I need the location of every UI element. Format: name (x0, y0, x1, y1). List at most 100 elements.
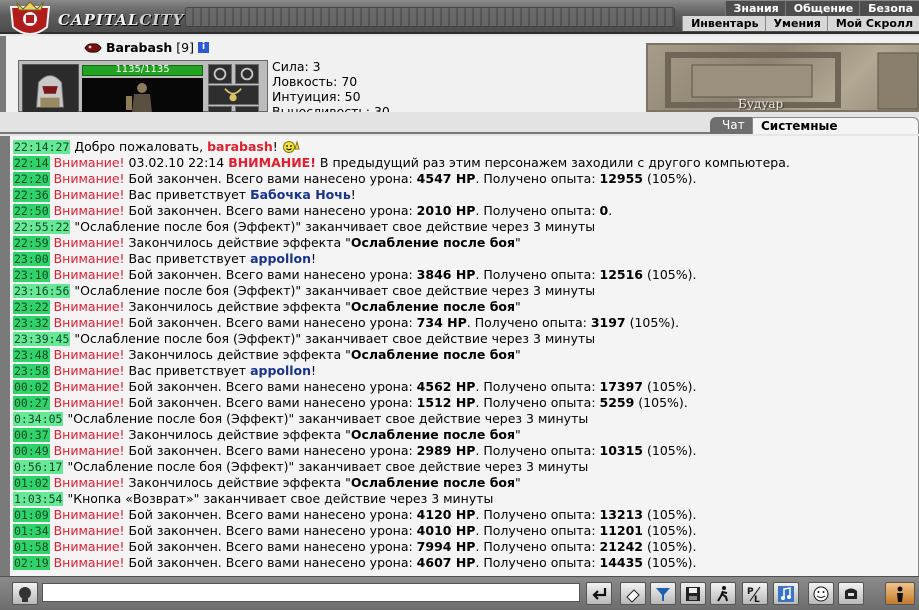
message-timestamp[interactable]: 23:10 (13, 268, 50, 282)
chat-input[interactable] (42, 583, 580, 602)
message-timestamp[interactable]: 23:32 (13, 316, 50, 330)
chat-message: 01:09 Внимание! Бой закончен. Всего вами… (13, 507, 918, 523)
message-timestamp[interactable]: 22:50 (13, 204, 50, 218)
experience-value: 14435 (599, 555, 644, 570)
damage-value: 4120 HP (416, 507, 476, 522)
message-timestamp[interactable]: 01:02 (13, 476, 50, 490)
nav-skills[interactable]: Умения (764, 16, 827, 31)
walk-button[interactable] (710, 582, 736, 605)
send-button[interactable] (586, 582, 612, 605)
chat-message: 0:34:05 "Ослабление после боя (Эффект)" … (13, 411, 918, 427)
message-text: Бой закончен. Всего вами нанесено урона: (128, 395, 417, 410)
message-timestamp[interactable]: 01:34 (13, 524, 50, 538)
info-icon[interactable]: i (198, 42, 210, 53)
nav-my-scroll[interactable]: Мой Скролл (826, 16, 919, 31)
amulet-slot[interactable] (208, 85, 259, 105)
message-timestamp[interactable]: 01:09 (13, 508, 50, 522)
message-text: "Ослабление после боя (Эффект)" заканчив… (67, 411, 589, 426)
warning-label: Внимание! (53, 203, 129, 218)
message-timestamp[interactable]: 22:14 (13, 156, 50, 170)
character-avatar[interactable] (82, 78, 203, 113)
experience-value: 11201 (599, 523, 644, 538)
nav-security[interactable]: Безопа (859, 1, 919, 16)
message-timestamp[interactable]: 22:55:22 (13, 220, 71, 234)
message-text: ! (311, 363, 317, 378)
tab-system-messages[interactable]: Системные сообщения (752, 117, 919, 150)
translit-button[interactable]: PL (742, 582, 768, 605)
chat-message: 22:59 Внимание! Закончилось действие эфф… (13, 235, 918, 251)
ring-icon (213, 67, 227, 81)
message-timestamp[interactable]: 22:59 (13, 236, 50, 250)
message-timestamp[interactable]: 1:03:54 (13, 492, 64, 506)
ring-slot-1[interactable] (208, 64, 232, 84)
exit-button[interactable] (885, 582, 915, 605)
message-text: Закончилось действие эффекта " (128, 235, 351, 250)
location-image[interactable]: Будуар (646, 43, 919, 112)
music-icon (778, 585, 794, 602)
message-text: В предыдущий раз этим персонажем заходил… (315, 155, 790, 170)
warning-label: Внимание! (53, 555, 129, 570)
message-timestamp[interactable]: 00:27 (13, 396, 50, 410)
message-text: Бой закончен. Всего вами нанесено урона: (128, 555, 417, 570)
message-timestamp[interactable]: 22:20 (13, 172, 50, 186)
damage-value: 4547 HP (416, 171, 476, 186)
message-text: Бой закончен. Всего вами нанесено урона: (128, 267, 417, 282)
message-timestamp[interactable]: 0:34:05 (13, 412, 64, 426)
message-timestamp[interactable]: 0:56:17 (13, 460, 64, 474)
message-timestamp[interactable]: 23:58 (13, 364, 50, 378)
tab-chat[interactable]: Чат (710, 117, 755, 134)
message-timestamp[interactable]: 22:36 (13, 188, 50, 202)
helmet-icon (23, 65, 78, 112)
message-text: Бой закончен. Всего вами нанесено урона: (128, 523, 417, 538)
chat-head-button[interactable] (12, 582, 38, 605)
message-timestamp[interactable]: 01:58 (13, 540, 50, 554)
player-nick[interactable]: appollon (250, 363, 311, 378)
player-nick[interactable]: Бабочка Ночь (250, 187, 351, 202)
save-log-button[interactable] (680, 582, 706, 605)
ring-slot-2[interactable] (235, 64, 259, 84)
character-name-row: Barabash [9] i (84, 40, 210, 55)
nav-inventory[interactable]: Инвентарь (682, 16, 765, 31)
message-text: Бой закончен. Всего вами нанесено урона: (128, 379, 417, 394)
experience-value: 21242 (599, 539, 644, 554)
warning-label: Внимание! (53, 251, 129, 266)
chat-log[interactable]: 22:14:27 Добро пожаловать, barabash! 22:… (0, 136, 919, 576)
character-name[interactable]: Barabash (106, 40, 172, 55)
message-text: . Получено опыта: (475, 507, 600, 522)
clear-chat-button[interactable] (620, 582, 646, 605)
smiley-button[interactable] (808, 582, 834, 605)
message-text: . Получено опыта: (475, 443, 600, 458)
message-timestamp[interactable]: 23:39:45 (13, 332, 71, 346)
options-icon (845, 588, 857, 599)
chat-message: 22:14:27 Добро пожаловать, barabash! (13, 139, 918, 155)
music-button[interactable] (773, 582, 799, 605)
nav-social[interactable]: Общение (784, 1, 860, 16)
player-nick[interactable]: barabash (207, 139, 273, 154)
avatar-figure-icon (82, 78, 203, 113)
options-button[interactable] (838, 582, 864, 605)
message-timestamp[interactable]: 02:19 (13, 556, 50, 570)
message-text: Закончилось действие эффекта " (128, 347, 351, 362)
filter-button[interactable] (650, 582, 676, 605)
message-timestamp[interactable]: 00:37 (13, 428, 50, 442)
warning-label: Внимание! (53, 187, 129, 202)
app-logo-text: CAPITALCITY (58, 11, 184, 29)
chat-message: 00:49 Внимание! Бой закончен. Всего вами… (13, 443, 918, 459)
chat-message: 23:58 Внимание! Вас приветствует appollo… (13, 363, 918, 379)
player-nick[interactable]: appollon (250, 251, 311, 266)
message-timestamp[interactable]: 23:16:56 (13, 284, 71, 298)
message-timestamp[interactable]: 00:02 (13, 380, 50, 394)
experience-value: 5259 (599, 395, 635, 410)
nav-knowledge[interactable]: Знания (724, 1, 785, 16)
message-text: Бой закончен. Всего вами нанесено урона: (128, 171, 417, 186)
message-timestamp[interactable]: 23:48 (13, 348, 50, 362)
message-text: (105%). (643, 171, 697, 186)
clan-badge-icon (84, 42, 102, 53)
warning-label: Внимание! (53, 507, 129, 522)
effect-name: Ослабление после боя (350, 427, 516, 442)
message-timestamp[interactable]: 22:14:27 (13, 140, 71, 154)
message-timestamp[interactable]: 00:49 (13, 444, 50, 458)
message-timestamp[interactable]: 23:22 (13, 300, 50, 314)
helmet-slot[interactable] (22, 64, 79, 113)
message-timestamp[interactable]: 23:00 (13, 252, 50, 266)
